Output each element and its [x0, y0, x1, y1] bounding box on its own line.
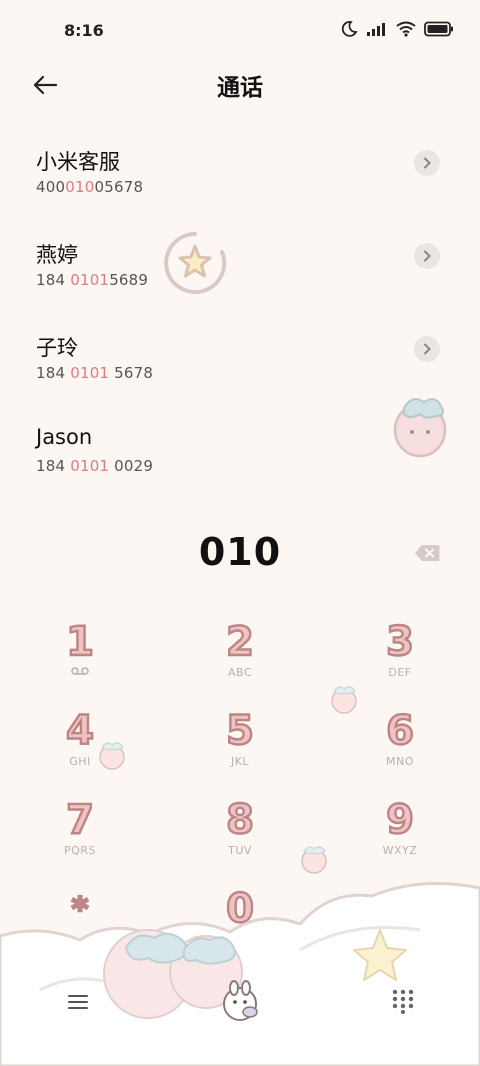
signal-icon — [367, 23, 385, 36]
number-prefix: 400 — [36, 178, 66, 196]
key-letters: JKL — [230, 755, 250, 768]
number-prefix: 184 — [36, 364, 71, 382]
contact-number: 40001005678 — [36, 178, 143, 196]
status-time: 8:16 — [64, 21, 104, 40]
number-prefix: 184 — [36, 457, 71, 475]
number-suffix: 5678 — [109, 364, 154, 382]
contact-number: 184 01015689 — [36, 271, 148, 289]
number-suffix: 0029 — [109, 457, 154, 475]
contact-list: 小米客服 40001005678 燕婷 184 01015689 子玲 184 … — [0, 134, 480, 506]
key-letters: + — [235, 933, 245, 946]
dialpad-toggle-button[interactable] — [390, 988, 416, 1014]
number-prefix: 184 — [36, 271, 71, 289]
key-2[interactable]: 2 ABC — [180, 618, 300, 698]
key-5[interactable]: 5 JKL — [180, 707, 300, 787]
key-1[interactable]: 1 — [20, 618, 140, 698]
chevron-right-icon — [424, 343, 431, 355]
backspace-icon — [415, 545, 440, 561]
contact-detail-button[interactable] — [414, 336, 440, 362]
key-digit: 2 — [225, 618, 255, 666]
key-digit: * — [70, 889, 89, 929]
contact-detail-button[interactable] — [414, 243, 440, 269]
number-match: 010 — [65, 178, 95, 196]
key-letters: TUV — [228, 844, 252, 857]
contact-detail-button[interactable] — [414, 150, 440, 176]
dialpad-icon — [392, 989, 414, 1014]
bunny-call-icon — [223, 980, 258, 1021]
contact-item[interactable]: 子玲 184 0101 5678 — [0, 320, 480, 413]
dial-input-display: 010 — [198, 530, 282, 574]
key-letters: WXYZ — [382, 844, 418, 857]
app-bar: 通话 — [0, 62, 480, 106]
key-digit: 1 — [65, 618, 95, 666]
key-letters: MNO — [386, 755, 414, 768]
key-digit: 9 — [385, 796, 415, 844]
number-match: 0101 — [70, 271, 110, 289]
key-8[interactable]: 8 TUV — [180, 796, 300, 876]
key-4[interactable]: 4 GHI — [20, 707, 140, 787]
contact-number: 184 0101 0029 — [36, 457, 153, 475]
status-icons — [340, 20, 454, 38]
contact-item[interactable]: 燕婷 184 01015689 — [0, 227, 480, 320]
wifi-icon — [396, 21, 416, 37]
contact-number: 184 0101 5678 — [36, 364, 153, 382]
status-bar: 8:16 — [0, 0, 480, 62]
number-match: 0101 — [70, 457, 110, 475]
key-0[interactable]: 0 + — [180, 885, 300, 965]
backspace-button[interactable] — [414, 544, 440, 562]
chevron-right-icon — [424, 250, 431, 262]
key-letters: DEF — [388, 666, 412, 679]
key-letters: PQRS — [64, 844, 96, 857]
key-letters: , — [78, 933, 82, 946]
key-9[interactable]: 9 WXYZ — [340, 796, 460, 876]
strawberry-sticker-icon — [301, 846, 327, 874]
key-letters: GHI — [69, 755, 91, 768]
key-7[interactable]: 7 PQRS — [20, 796, 140, 876]
key-digit: 6 — [385, 707, 415, 755]
contact-name: Jason — [36, 425, 93, 449]
contact-item[interactable]: Jason 184 0101 0029 — [0, 413, 480, 506]
key-6[interactable]: 6 MNO — [340, 707, 460, 787]
voicemail-icon — [20, 666, 140, 679]
key-digit: 4 — [65, 707, 95, 755]
key-digit: # — [385, 889, 414, 929]
number-suffix: 5689 — [109, 271, 149, 289]
key-digit: 0 — [225, 885, 255, 933]
chevron-right-icon — [424, 157, 431, 169]
contact-name: 燕婷 — [36, 243, 78, 267]
key-star[interactable]: * , — [20, 885, 140, 965]
key-digit: 7 — [65, 796, 95, 844]
battery-icon — [424, 21, 453, 37]
key-digit: 8 — [225, 796, 255, 844]
key-letters: ABC — [227, 666, 253, 679]
moon-icon — [341, 21, 358, 37]
contact-item[interactable]: 小米客服 40001005678 — [0, 134, 480, 227]
page-title: 通话 — [217, 75, 263, 101]
bottom-bar — [0, 960, 480, 1066]
key-3[interactable]: 3 DEF — [340, 618, 460, 698]
menu-button[interactable] — [64, 990, 92, 1014]
menu-icon — [68, 995, 88, 1009]
contact-name: 子玲 — [36, 336, 78, 360]
key-digit: 5 — [225, 707, 255, 755]
key-hash[interactable]: # — [340, 885, 460, 965]
call-button[interactable] — [216, 978, 264, 1026]
number-match: 0101 — [70, 364, 110, 382]
contact-name: 小米客服 — [36, 150, 120, 174]
number-suffix: 05678 — [94, 178, 144, 196]
key-digit: 3 — [385, 618, 415, 666]
